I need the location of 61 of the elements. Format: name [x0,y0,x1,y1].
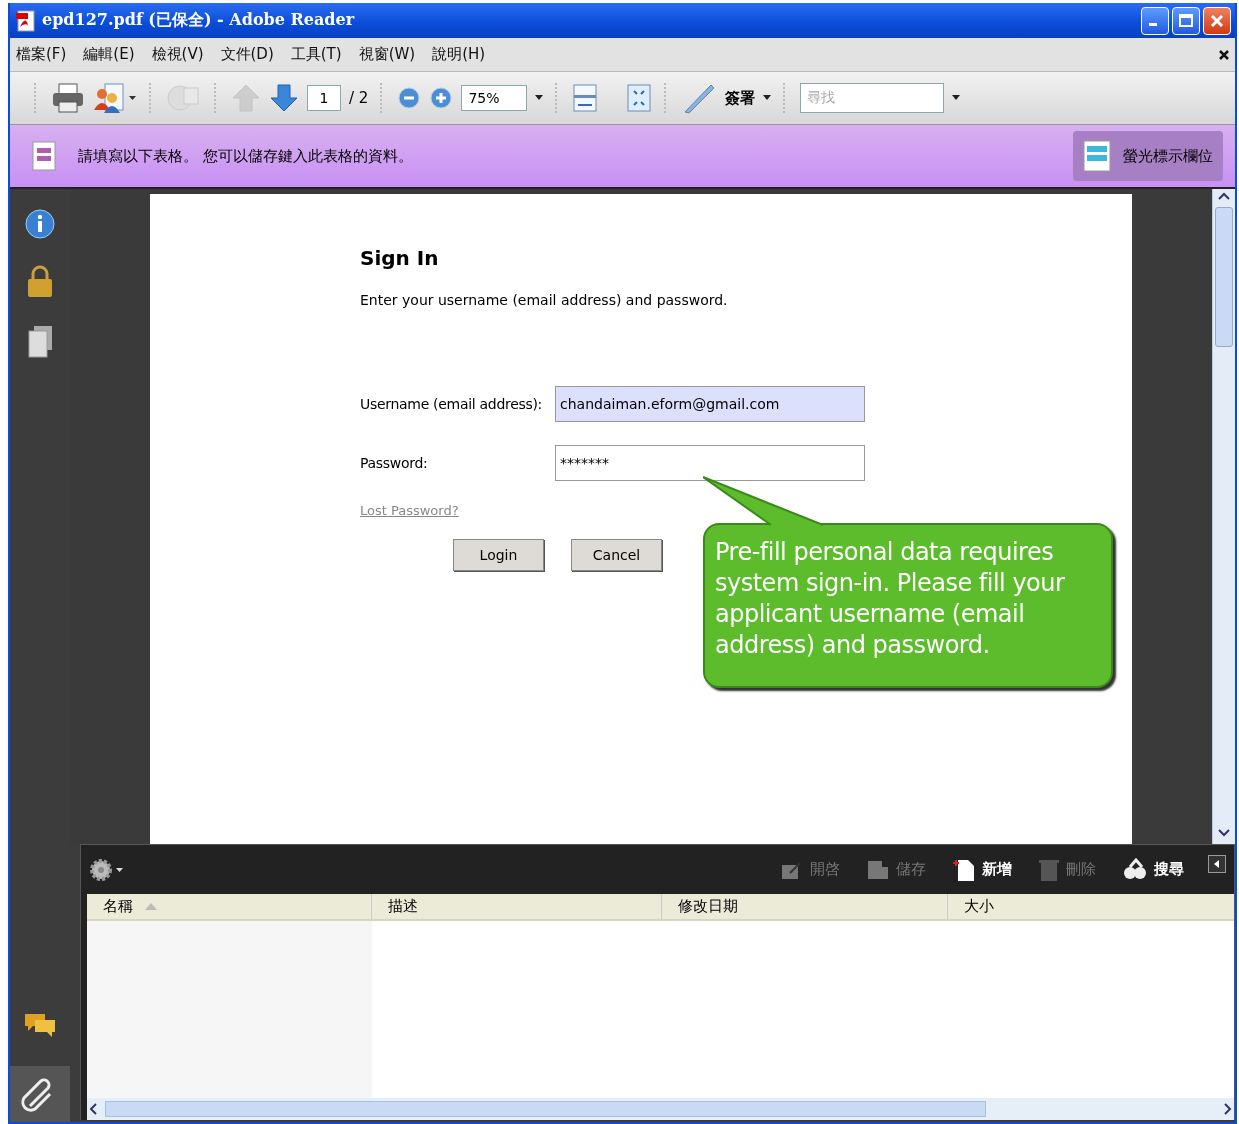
padlock-icon[interactable] [26,265,54,299]
caret-icon[interactable] [763,95,772,101]
instructions-text: Enter your username (email address) and password. [360,292,729,308]
column-header[interactable]: 名稱 [87,894,372,919]
scrollbar-thumb[interactable] [105,1101,986,1117]
menu-item[interactable]: 檔案(F) [16,45,67,64]
window-title: epd127.pdf (已保全) - Adobe Reader [42,10,356,31]
column-header[interactable]: 修改日期 [662,894,948,919]
gear-icon[interactable] [89,857,123,882]
caret-icon[interactable] [535,95,544,101]
pdf-file-icon [16,9,36,32]
down-arrow-icon[interactable] [269,83,299,113]
close-button[interactable] [1203,6,1231,35]
collapse-icon[interactable] [1208,855,1226,873]
caret-icon[interactable] [952,95,961,101]
binoculars-icon [1122,857,1148,882]
fit-width-icon[interactable] [572,83,599,113]
zoom-field[interactable]: 75% [461,85,528,111]
trash-icon [1038,857,1060,882]
zoom-in-icon[interactable] [429,86,454,110]
minimize-icon [1149,23,1157,26]
menu-item[interactable]: 檢視(V) [151,45,204,64]
menu-item[interactable]: 文件(D) [220,45,274,64]
attachment-tool-button[interactable]: 搜尋 [1122,857,1184,882]
form-message: 請填寫以下表格。 您可以儲存鍵入此表格的資料。 [78,146,414,166]
form-button[interactable]: Login [453,539,544,571]
people-document-icon[interactable] [93,82,137,114]
close-icon [1210,13,1224,28]
menu-item[interactable]: 說明(H) [432,45,486,64]
minimize-button[interactable] [1141,6,1169,35]
scrollbar-thumb[interactable] [1215,207,1233,347]
field-label: Password: [360,455,429,471]
page-total: / 2 [349,89,369,107]
maximize-button[interactable] [1172,6,1200,35]
input-field[interactable]: chandaiman.eform@gmail.com [555,386,865,422]
column-header[interactable]: 描述 [372,894,662,919]
form-icon [32,141,56,171]
menu-item[interactable]: 工具(T) [290,45,342,64]
form-button[interactable]: Cancel [571,539,662,571]
sign-in-heading: Sign In [360,246,440,270]
highlight-fields-button[interactable]: 螢光標示欄位 [1073,131,1223,181]
info-icon[interactable] [25,209,55,239]
field-label: Username (email address): [360,396,544,412]
zoom-out-icon[interactable] [397,86,422,110]
attachment-tool-button[interactable]: 新增 [952,857,1012,882]
paperclip-icon[interactable] [10,1066,70,1122]
form-fields-icon [1083,140,1111,172]
page-number-field[interactable]: 1 [307,85,341,111]
sign-button[interactable]: 簽署 [725,88,756,108]
lost-password-link[interactable]: Lost Password? [360,503,459,518]
column-header[interactable]: 大小 [948,894,1234,919]
disk-icon [866,858,890,881]
new-page-icon [952,857,976,882]
menu-item[interactable]: 視窗(W) [358,45,416,64]
pages-icon[interactable] [26,325,54,359]
fit-page-icon[interactable] [626,83,653,113]
maximize-icon [1179,13,1193,28]
input-field[interactable]: ******* [555,445,865,481]
close-icon[interactable] [1219,49,1229,60]
menu-item[interactable]: 編輯(E) [83,45,135,64]
printer-icon[interactable] [51,82,85,114]
